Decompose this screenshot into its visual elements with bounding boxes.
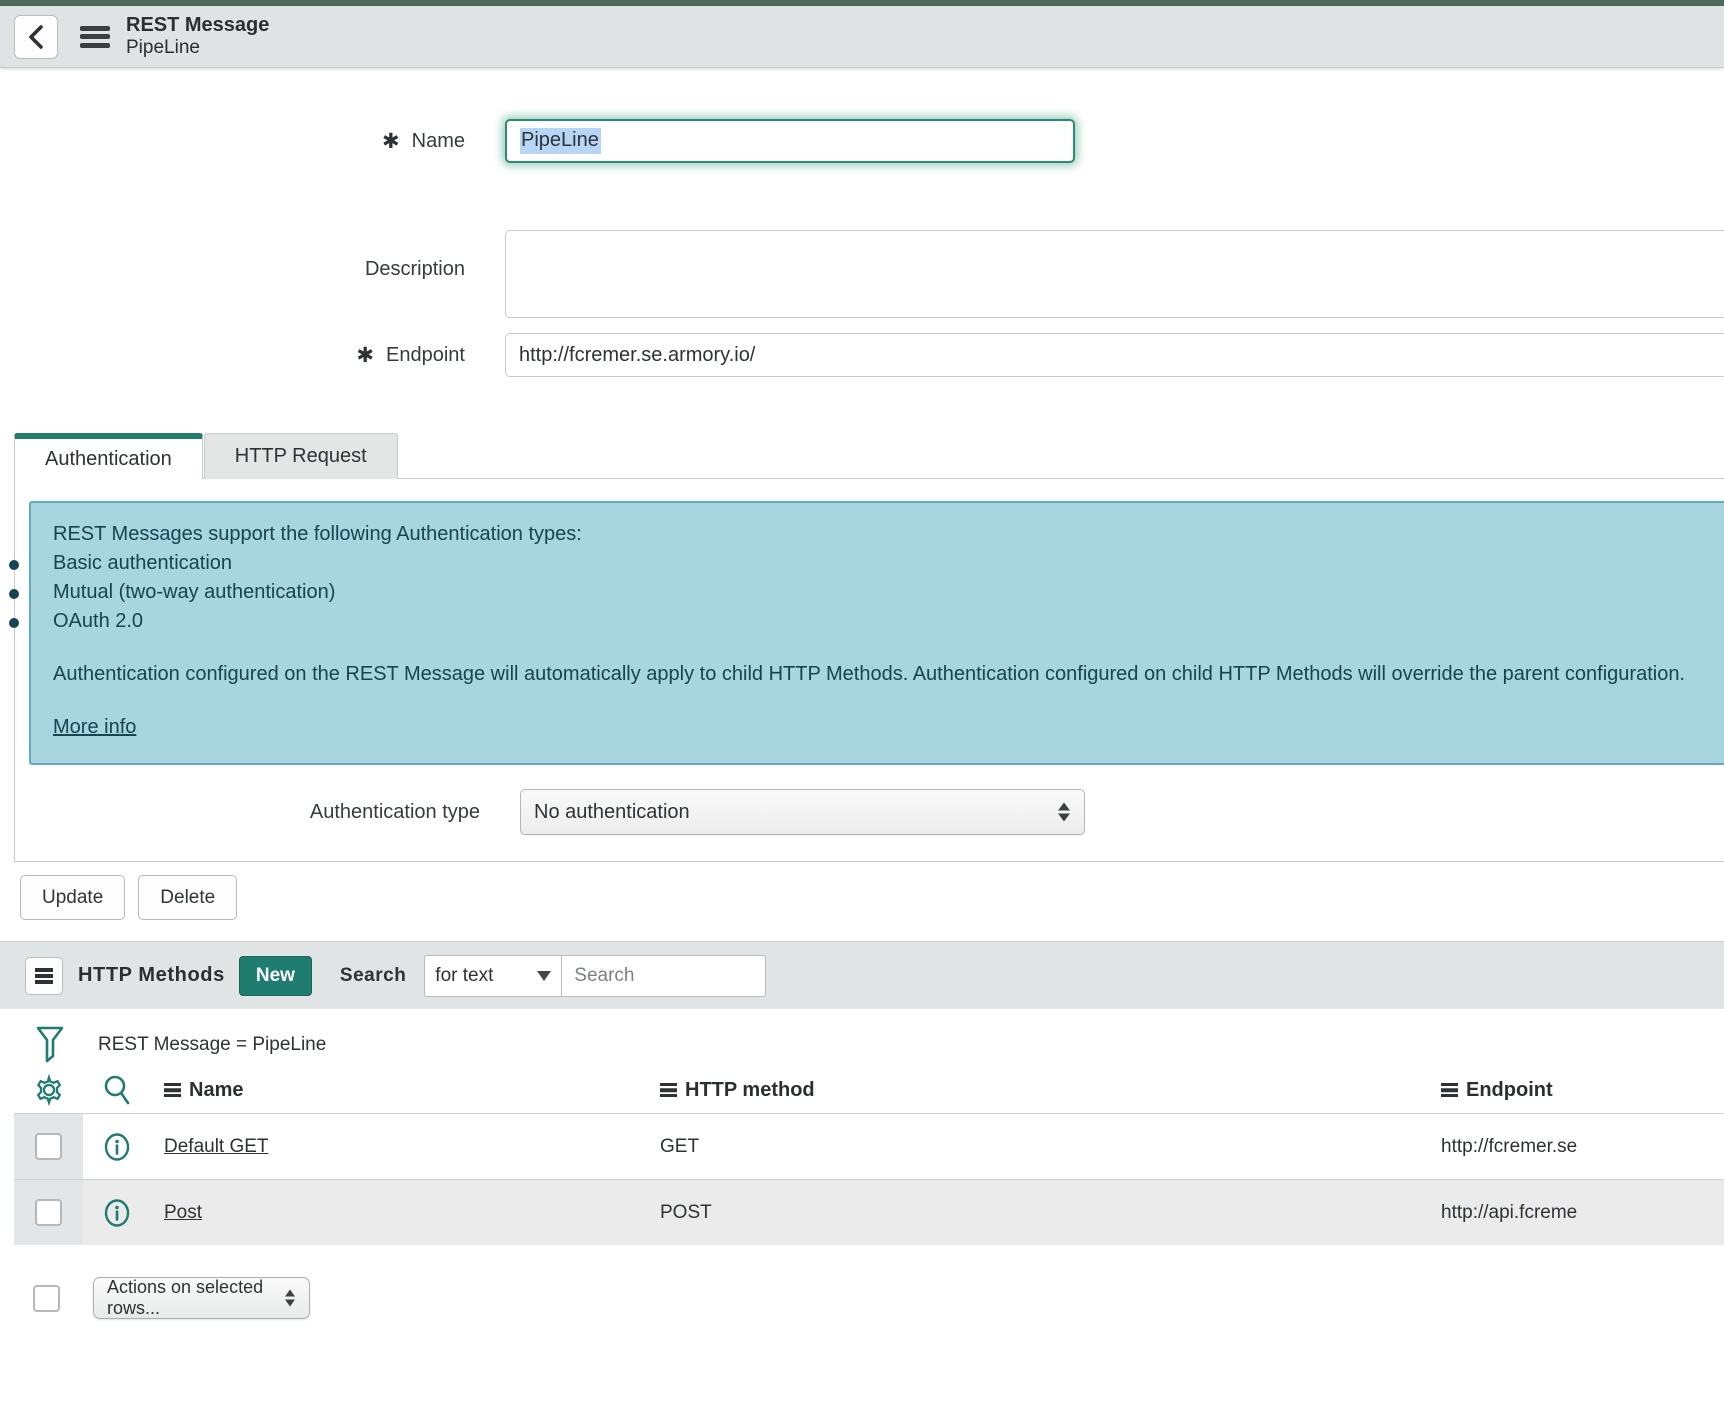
http-methods-related-list: HTTP Methods New Search for text REST Me… <box>0 941 1724 1319</box>
list-item: OAuth 2.0 <box>53 610 1712 633</box>
select-arrows-icon <box>1058 803 1070 822</box>
page-title: REST Message <box>126 13 269 37</box>
column-header-endpoint[interactable]: Endpoint <box>1441 1079 1724 1102</box>
name-label-wrap: ✱ Name <box>0 129 465 153</box>
http-method-cell: POST <box>655 1202 1441 1224</box>
more-info-link[interactable]: More info <box>53 716 136 739</box>
dropdown-arrow-icon <box>537 971 551 981</box>
table-header-row: Name HTTP method Endpoint <box>14 1067 1724 1113</box>
search-icon[interactable] <box>101 1073 133 1107</box>
description-label-wrap: Description <box>0 258 465 281</box>
filter-funnel-icon[interactable] <box>36 1026 64 1064</box>
auth-type-label: Authentication type <box>310 801 480 824</box>
info-icon[interactable] <box>101 1197 133 1229</box>
name-label: Name <box>412 130 465 153</box>
filter-condition[interactable]: REST Message = PipeLine <box>98 1034 326 1056</box>
page-header: REST Message PipeLine <box>0 6 1724 68</box>
row-select-cell <box>14 1114 83 1179</box>
table-row: Post POST http://api.fcreme <box>14 1179 1724 1245</box>
chevron-left-icon <box>26 24 46 50</box>
delete-button[interactable]: Delete <box>138 875 237 920</box>
actions-select[interactable]: Actions on selected rows... <box>93 1277 310 1319</box>
new-button[interactable]: New <box>239 956 312 996</box>
description-textarea[interactable] <box>505 230 1724 318</box>
list-item: Basic authentication <box>53 552 1712 575</box>
search-type-select[interactable]: for text <box>424 955 562 997</box>
menu-icon <box>35 968 53 984</box>
list-title: HTTP Methods <box>78 964 225 987</box>
search-label: Search <box>340 965 406 987</box>
row-select-cell <box>14 1180 83 1245</box>
form-buttons: Update Delete <box>20 875 1724 920</box>
column-search-cell <box>83 1067 150 1113</box>
auth-type-value: No authentication <box>534 801 690 824</box>
back-button[interactable] <box>14 15 58 59</box>
row-info-cell <box>83 1114 150 1179</box>
select-arrows-icon <box>285 1290 295 1307</box>
authentication-info-box: REST Messages support the following Auth… <box>29 501 1724 765</box>
name-input[interactable]: PipeLine <box>505 119 1075 163</box>
row-checkbox[interactable] <box>35 1133 62 1160</box>
description-label: Description <box>365 258 465 281</box>
auth-types-list: Basic authentication Mutual (two-way aut… <box>53 552 1712 633</box>
endpoint-label: Endpoint <box>386 344 465 367</box>
column-menu-icon <box>1441 1083 1458 1097</box>
list-header: HTTP Methods New Search for text <box>0 941 1724 1009</box>
select-all-checkbox[interactable] <box>33 1285 60 1312</box>
update-button[interactable]: Update <box>20 875 125 920</box>
endpoint-label-wrap: ✱ Endpoint <box>0 343 465 367</box>
column-header-http-method[interactable]: HTTP method <box>655 1079 1441 1102</box>
record-link[interactable]: Post <box>150 1202 202 1223</box>
list-menu-button[interactable] <box>25 957 63 995</box>
search-type-value: for text <box>435 965 493 987</box>
filter-breadcrumb: REST Message = PipeLine <box>36 1023 1724 1067</box>
info-note: Authentication configured on the REST Me… <box>53 663 1712 686</box>
tab-strip: Authentication HTTP Request <box>14 433 1724 479</box>
list-item: Mutual (two-way authentication) <box>53 581 1712 604</box>
column-header-name[interactable]: Name <box>150 1079 655 1102</box>
column-menu-icon <box>164 1083 181 1097</box>
http-method-cell: GET <box>655 1136 1441 1158</box>
name-value-selected: PipeLine <box>520 128 601 154</box>
table-row: Default GET GET http://fcremer.se <box>14 1113 1724 1179</box>
tab-content-authentication: REST Messages support the following Auth… <box>14 478 1724 862</box>
page-subtitle: PipeLine <box>126 37 269 60</box>
record-link[interactable]: Default GET <box>150 1136 269 1157</box>
list-footer: Actions on selected rows... <box>33 1277 1724 1319</box>
row-info-cell <box>83 1180 150 1245</box>
auth-type-select[interactable]: No authentication <box>520 789 1085 835</box>
gear-icon[interactable] <box>33 1074 65 1106</box>
search-input[interactable] <box>562 955 766 997</box>
tab-http-request[interactable]: HTTP Request <box>204 433 398 479</box>
title-block: REST Message PipeLine <box>126 13 269 60</box>
required-icon: ✱ <box>382 129 400 153</box>
info-icon[interactable] <box>101 1131 133 1163</box>
required-icon: ✱ <box>356 343 374 367</box>
actions-select-value: Actions on selected rows... <box>107 1277 309 1319</box>
row-checkbox[interactable] <box>35 1199 62 1226</box>
column-menu-icon <box>660 1083 677 1097</box>
info-intro: REST Messages support the following Auth… <box>53 523 1712 546</box>
endpoint-input[interactable] <box>505 333 1724 377</box>
auth-type-label-wrap: Authentication type <box>15 801 480 824</box>
record-form: ✱ Name PipeLine Description ✱ Endpoint A… <box>0 119 1724 920</box>
tab-authentication[interactable]: Authentication <box>14 433 203 479</box>
endpoint-cell: http://fcremer.se <box>1441 1136 1724 1158</box>
endpoint-cell: http://api.fcreme <box>1441 1202 1724 1224</box>
context-menu-icon[interactable] <box>80 26 110 48</box>
personalize-list-cell <box>14 1067 83 1113</box>
